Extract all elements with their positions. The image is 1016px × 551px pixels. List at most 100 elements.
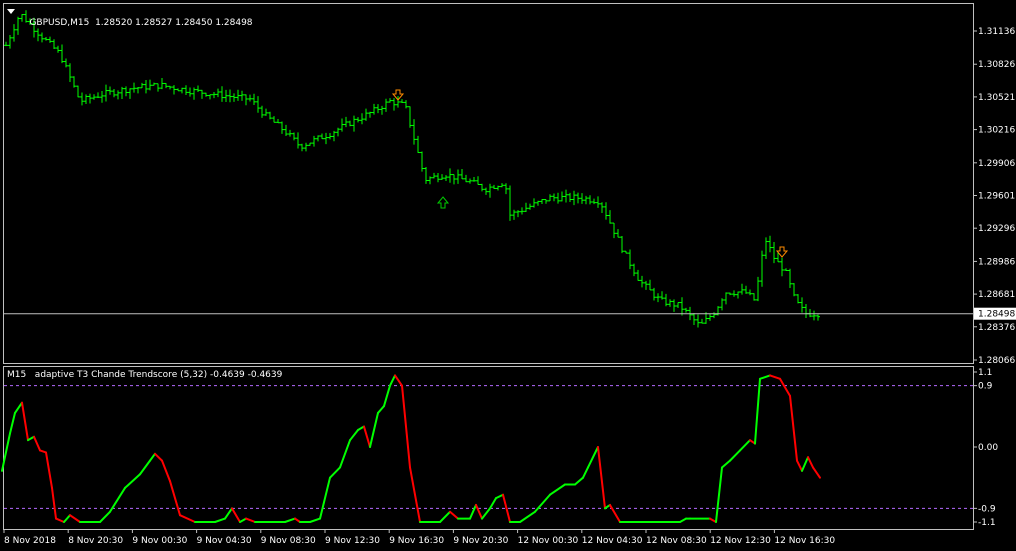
indicator-segment bbox=[21, 401, 29, 442]
indicator-segment bbox=[169, 480, 181, 517]
indicator-segment bbox=[439, 510, 451, 523]
indicator-segment bbox=[224, 507, 233, 520]
time-tick-label: 9 Nov 12:30 bbox=[325, 536, 380, 546]
indicator-segment bbox=[769, 374, 781, 380]
indicator-segment bbox=[69, 514, 81, 523]
price-tick-label: 1.30216 bbox=[978, 126, 1015, 136]
price-tick-label: 1.28986 bbox=[978, 257, 1015, 267]
indicator-segment bbox=[27, 435, 35, 442]
indicator-segment bbox=[239, 517, 247, 523]
time-tick-label: 8 Nov 2018 bbox=[4, 536, 56, 546]
indicator-segment bbox=[489, 497, 497, 510]
indicator-segment bbox=[154, 452, 163, 462]
indicator-segment bbox=[469, 503, 477, 520]
indicator-segment bbox=[409, 466, 421, 523]
price-panel-frame bbox=[3, 3, 974, 364]
price-chart[interactable]: 1.31136 1.30826 1.30521 1.30216 1.29906 1.296… bbox=[0, 0, 1016, 551]
chart-window[interactable]: 1.31136 1.30826 1.30521 1.30216 1.29906 1.296… bbox=[0, 0, 1016, 551]
symbol-dropdown-icon[interactable] bbox=[7, 9, 15, 14]
price-tick-label: 1.30521 bbox=[978, 93, 1015, 103]
indicator-levels: 1.1 0.9 0.00 -0.9 -1.1 bbox=[4, 368, 998, 528]
indicator-segment bbox=[574, 476, 584, 486]
time-tick-label: 12 Nov 08:30 bbox=[646, 536, 707, 546]
buy-arrow-icon bbox=[436, 196, 450, 209]
time-tick-label: 8 Nov 20:30 bbox=[68, 536, 123, 546]
price-tick-label: 1.29296 bbox=[978, 224, 1015, 234]
time-tick-label: 12 Nov 12:30 bbox=[710, 536, 771, 546]
ohlc-label: 1.28520 1.28527 1.28450 1.28498 bbox=[95, 18, 253, 28]
price-tick-label: 1.29906 bbox=[978, 159, 1015, 169]
time-tick-label: 12 Nov 00:30 bbox=[518, 536, 579, 546]
indicator-segment bbox=[789, 394, 798, 462]
indicator-segment bbox=[715, 466, 723, 523]
indicator-segment bbox=[179, 514, 196, 523]
indicator-segment bbox=[339, 439, 351, 469]
indicator-segment bbox=[139, 459, 151, 476]
indicator-segment bbox=[481, 507, 491, 520]
indicator-segment bbox=[549, 483, 566, 496]
symbol-label: GBPUSD,M15 bbox=[29, 18, 90, 28]
indicator-tick-label: -1.1 bbox=[978, 518, 996, 528]
indicator-segment bbox=[587, 446, 599, 469]
indicator-segment bbox=[519, 510, 536, 523]
indicator-segment bbox=[363, 425, 371, 448]
indicator-segment bbox=[329, 466, 341, 479]
indicator-segment bbox=[284, 517, 296, 523]
indicator-segment bbox=[214, 517, 226, 523]
indicator-segment bbox=[51, 486, 57, 520]
indicator-segment bbox=[9, 411, 16, 435]
indicator-segment bbox=[383, 384, 391, 408]
indicator-segment bbox=[729, 449, 741, 462]
price-tick-label: 1.28681 bbox=[978, 290, 1015, 300]
time-tick-label: 9 Nov 04:30 bbox=[197, 536, 252, 546]
indicator-segment bbox=[149, 452, 156, 462]
indicator-segment bbox=[124, 473, 141, 489]
indicator-line bbox=[1, 374, 821, 523]
indicator-segment bbox=[721, 459, 731, 469]
price-bars bbox=[4, 10, 820, 328]
current-price-label: 1.28498 bbox=[978, 310, 1015, 320]
time-axis: 8 Nov 2018 8 Nov 20:30 9 Nov 00:30 9 Nov 04… bbox=[3, 529, 835, 546]
indicator-segment bbox=[812, 466, 821, 479]
indicator-segment bbox=[45, 451, 53, 489]
price-tick-label: 1.30826 bbox=[978, 60, 1015, 70]
price-tick-label: 1.31136 bbox=[978, 27, 1015, 37]
indicator-tick-label: 0.9 bbox=[978, 382, 993, 392]
time-tick-label: 12 Nov 16:30 bbox=[774, 536, 835, 546]
indicator-segment bbox=[389, 374, 396, 387]
indicator-segment bbox=[597, 446, 606, 510]
indicator-segment bbox=[349, 428, 359, 442]
indicator-segment bbox=[394, 374, 403, 387]
indicator-segment bbox=[609, 503, 621, 523]
price-tick-label: 1.28066 bbox=[978, 356, 1015, 366]
indicator-segment bbox=[534, 493, 551, 513]
indicator-tick-label: 1.1 bbox=[978, 368, 992, 378]
time-tick-label: 9 Nov 00:30 bbox=[132, 536, 187, 546]
indicator-segment bbox=[779, 377, 791, 397]
indicator-tick-label: -0.9 bbox=[978, 504, 996, 514]
indicator-segment bbox=[754, 377, 761, 445]
indicator-segment bbox=[807, 456, 814, 469]
indicator-segment bbox=[796, 459, 803, 472]
indicator-segment bbox=[582, 466, 589, 479]
indicator-segment bbox=[801, 456, 809, 472]
chart-header: GBPUSD,M15 1.28520 1.28527 1.28450 1.284… bbox=[18, 5, 253, 41]
indicator-segment bbox=[33, 435, 41, 452]
time-tick-label: 9 Nov 16:30 bbox=[389, 536, 444, 546]
indicator-segment bbox=[377, 405, 385, 414]
indicator-title: M15 adaptive T3 Chande Trendscore (5,32)… bbox=[7, 370, 283, 380]
price-tick-label: 1.29601 bbox=[978, 192, 1015, 202]
indicator-segment bbox=[759, 374, 771, 380]
time-tick-label: 9 Nov 20:30 bbox=[453, 536, 508, 546]
time-tick-label: 12 Nov 04:30 bbox=[582, 536, 643, 546]
indicator-segment bbox=[245, 517, 256, 523]
indicator-segment bbox=[55, 517, 65, 523]
indicator-segment bbox=[679, 517, 687, 523]
indicator-panel-frame bbox=[3, 366, 974, 530]
time-tick-label: 9 Nov 08:30 bbox=[261, 536, 316, 546]
indicator-segment bbox=[309, 517, 321, 523]
indicator-segment bbox=[319, 476, 331, 520]
indicator-segment bbox=[369, 411, 379, 448]
indicator-tick-label: 0.00 bbox=[978, 443, 998, 453]
indicator-segment bbox=[109, 486, 126, 513]
